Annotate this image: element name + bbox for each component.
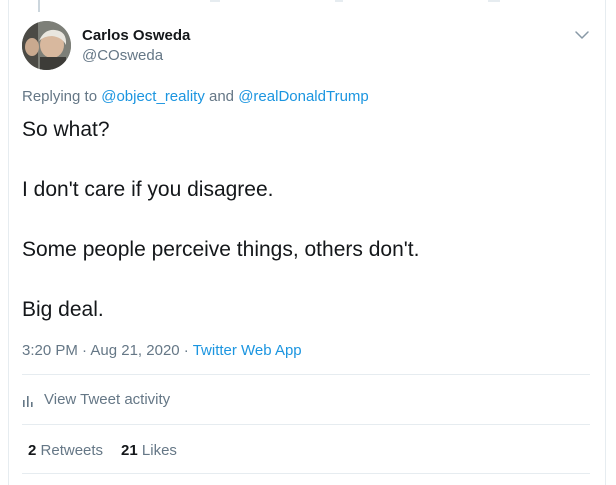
tweet-text-line: I don't care if you disagree. (22, 178, 274, 201)
retweets-stat[interactable]: 2 Retweets (28, 442, 103, 459)
reply-user-link[interactable]: @realDonaldTrump (238, 88, 369, 105)
replying-prefix: Replying to (22, 88, 102, 105)
likes-stat[interactable]: 21 Likes (121, 442, 177, 459)
meta-separator: · (77, 342, 91, 359)
meta-separator: · (179, 342, 193, 359)
view-activity-button[interactable]: View Tweet activity (22, 391, 170, 408)
retweets-label: Retweets (40, 442, 104, 459)
tweet-stats: 2 Retweets 21 Likes (28, 442, 177, 459)
divider (22, 424, 590, 425)
replying-conjunction: and (204, 88, 239, 105)
tweet-text-line: Some people perceive things, others don'… (22, 238, 420, 261)
author-name[interactable]: Carlos Osweda (82, 27, 190, 44)
tweet-text-line: So what? (22, 118, 110, 141)
thread-connector-line (38, 0, 40, 12)
replying-to: Replying to @object_reality and @realDon… (22, 88, 369, 105)
divider (22, 473, 590, 474)
likes-count: 21 (121, 442, 138, 459)
tweet-source-link[interactable]: Twitter Web App (193, 342, 302, 359)
bar-chart-icon (23, 395, 33, 407)
tweet-date[interactable]: Aug 21, 2020 (90, 342, 179, 359)
chevron-down-icon[interactable] (573, 26, 591, 44)
top-faint-mark (335, 0, 343, 2)
frame-right-border (605, 0, 606, 485)
divider (22, 374, 590, 375)
tweet-meta: 3:20 PM · Aug 21, 2020 · Twitter Web App (22, 342, 302, 359)
retweets-count: 2 (28, 442, 37, 459)
view-activity-label: View Tweet activity (44, 391, 171, 408)
frame-left-border (8, 0, 9, 485)
likes-label: Likes (141, 442, 177, 459)
tweet-time[interactable]: 3:20 PM (22, 342, 78, 359)
top-faint-mark (488, 0, 500, 2)
top-faint-mark (210, 0, 220, 2)
avatar[interactable] (22, 21, 71, 70)
reply-user-link[interactable]: @object_reality (101, 88, 205, 105)
avatar-photo (22, 21, 71, 70)
author-handle[interactable]: @COsweda (82, 47, 163, 64)
tweet-text-line: Big deal. (22, 298, 104, 321)
